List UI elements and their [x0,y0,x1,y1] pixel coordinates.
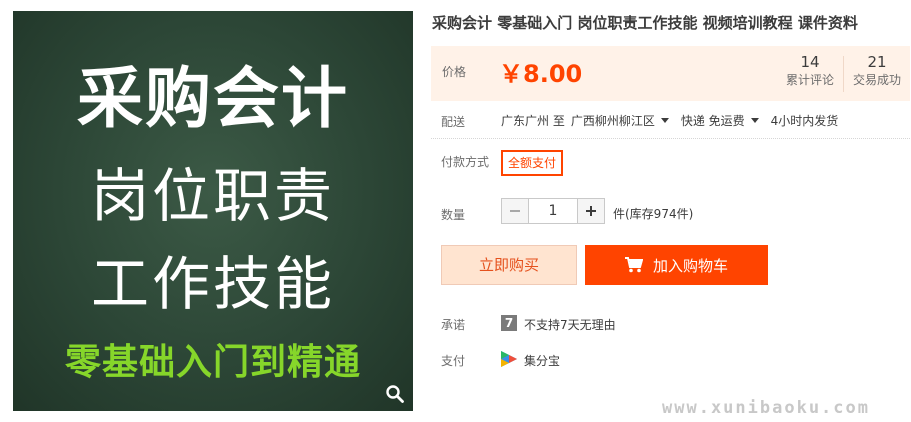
deals-label: 交易成功 [852,73,901,87]
buy-now-button[interactable]: 立即购买 [441,245,577,285]
product-title: 采购会计 零基础入门 岗位职责工作技能 视频培训教程 课件资料 [432,14,858,32]
delivery-label: 配送 [441,115,466,129]
stat-divider [843,56,844,92]
image-text-line4: 零基础入门到精通 [64,342,361,383]
divider [431,138,910,139]
delivery-from: 广东广州 至 [501,114,565,128]
chevron-down-icon[interactable] [750,118,759,123]
payment-method-label: 付款方式 [441,155,490,169]
promise-text: 不支持7天无理由 [524,318,616,332]
deals-stat: 21 交易成功 [845,53,909,89]
price-label: 价格 [442,65,467,79]
quantity-increase-button[interactable] [577,198,605,224]
quantity-decrease-button[interactable] [501,198,529,224]
pay-label: 支付 [441,354,466,368]
quantity-input[interactable]: 1 [528,198,578,224]
full-payment-option[interactable]: 全额支付 [501,150,564,176]
price-panel: 价格 ￥8.00 14 累计评论 21 交易成功 [431,46,910,101]
image-text-line3: 工作技能 [90,250,335,318]
chevron-down-icon[interactable] [660,118,669,123]
product-image[interactable]: 采购会计 岗位职责 工作技能 零基础入门到精通 [13,11,413,411]
pay-method-text: 集分宝 [524,354,561,368]
image-text-line2: 岗位职责 [90,162,335,230]
stock-info: 件(库存974件) [613,207,694,221]
deals-count: 21 [867,53,887,71]
image-text-line1: 采购会计 [77,60,349,137]
price-value: ￥8.00 [499,60,583,88]
promise-label: 承诺 [441,318,466,332]
watermark: www.xunibaoku.com [662,398,870,418]
shipping-method[interactable]: 快递 免运费 [681,112,745,129]
quantity-label: 数量 [441,208,466,222]
reviews-label: 累计评论 [785,73,834,87]
add-to-cart-label: 加入购物车 [652,256,728,275]
delivery-row: 广东广州 至 广西柳州柳江区 快递 免运费 4小时内发货 [501,112,838,129]
dispatch-time: 4小时内发货 [770,114,839,128]
reviews-count: 14 [800,53,820,71]
reviews-stat[interactable]: 14 累计评论 [779,53,841,89]
shopping-cart-icon [624,257,643,273]
add-to-cart-button[interactable]: 加入购物车 [585,245,768,285]
seven-day-icon: 7 [501,315,517,331]
jifenbao-icon [501,351,517,367]
delivery-destination[interactable]: 广西柳州柳江区 [571,112,655,129]
magnifier-icon[interactable] [385,384,405,404]
